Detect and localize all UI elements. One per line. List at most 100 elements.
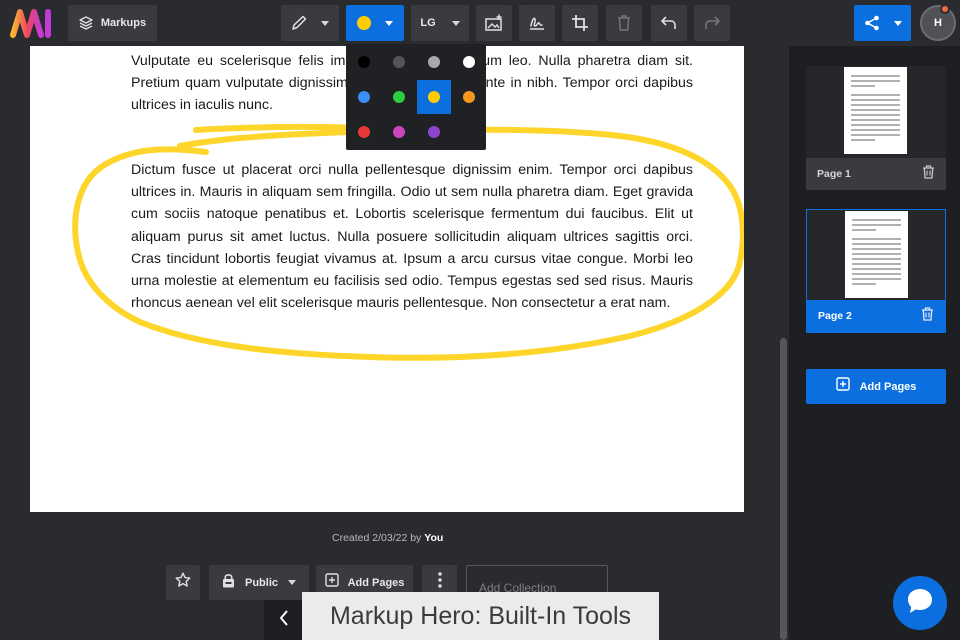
thumbnail-text-line bbox=[851, 104, 900, 106]
add-page-icon bbox=[324, 573, 339, 592]
chevron-down-icon bbox=[321, 20, 329, 26]
color-picker-dropdown[interactable] bbox=[346, 5, 404, 41]
signature-icon bbox=[528, 14, 546, 32]
color-swatch-option[interactable] bbox=[382, 45, 416, 79]
thumbnail-text-line bbox=[851, 139, 875, 141]
favorite-button[interactable] bbox=[166, 565, 200, 600]
color-dot bbox=[358, 126, 370, 138]
page-thumbnail-2[interactable]: Page 2 bbox=[806, 209, 946, 333]
thumbnail-text-line bbox=[851, 124, 900, 126]
color-dot bbox=[393, 56, 405, 68]
signature-button[interactable] bbox=[519, 5, 555, 41]
page-thumbnail-footer: Page 1 bbox=[806, 158, 946, 190]
created-prefix: Created 2/03/22 by bbox=[332, 532, 422, 544]
chevron-down-icon bbox=[451, 20, 460, 26]
color-swatch-option[interactable] bbox=[382, 80, 416, 114]
thumbnail-text-line bbox=[852, 248, 901, 250]
pen-tool-dropdown[interactable] bbox=[281, 5, 339, 41]
previous-button[interactable] bbox=[264, 600, 304, 640]
visibility-dropdown[interactable]: Public bbox=[209, 565, 309, 600]
insert-image-button[interactable] bbox=[476, 5, 512, 41]
thumbnail-text-line bbox=[852, 263, 901, 265]
thumbnail-text-line bbox=[851, 94, 900, 96]
redo-icon bbox=[703, 15, 721, 31]
crop-button[interactable] bbox=[562, 5, 598, 41]
undo-icon bbox=[660, 15, 678, 31]
thumbnail-text-line bbox=[851, 109, 900, 111]
delete-button[interactable] bbox=[606, 5, 642, 41]
created-by: You bbox=[424, 532, 444, 544]
color-swatch-option[interactable] bbox=[347, 80, 381, 114]
color-swatch-option[interactable] bbox=[417, 80, 451, 114]
thumbnail-text-line bbox=[851, 99, 900, 101]
size-dropdown[interactable]: LG bbox=[411, 5, 469, 41]
thumbnail-text-line bbox=[852, 273, 901, 275]
panel-add-pages-button[interactable]: Add Pages bbox=[806, 369, 946, 404]
color-dot bbox=[463, 56, 475, 68]
share-dropdown[interactable] bbox=[854, 5, 911, 41]
chat-support-button[interactable] bbox=[893, 576, 947, 630]
color-swatch-option[interactable] bbox=[417, 45, 451, 79]
thumbnail-text-line bbox=[852, 219, 901, 221]
color-palette-popup bbox=[346, 44, 486, 150]
chevron-left-icon bbox=[279, 609, 289, 631]
scrollbar-thumb[interactable] bbox=[780, 338, 787, 640]
color-dot bbox=[358, 91, 370, 103]
add-pages-label: Add Pages bbox=[347, 576, 405, 589]
chevron-down-icon bbox=[288, 580, 296, 585]
thumbnail-text-line bbox=[852, 238, 901, 240]
more-vertical-icon bbox=[437, 572, 442, 593]
markups-button[interactable]: Markups bbox=[68, 5, 157, 41]
star-icon bbox=[175, 572, 191, 593]
color-dot bbox=[358, 56, 370, 68]
thumbnail-text-line bbox=[852, 253, 901, 255]
thumbnail-text-line bbox=[852, 229, 876, 231]
thumbnail-text-line bbox=[852, 278, 901, 280]
paragraph-2: Dictum fusce ut placerat orci nulla pell… bbox=[131, 162, 693, 312]
undo-button[interactable] bbox=[651, 5, 687, 41]
notification-dot bbox=[940, 4, 950, 14]
color-swatch-option[interactable] bbox=[452, 45, 486, 79]
avatar-initial: H bbox=[934, 17, 942, 29]
size-label: LG bbox=[420, 17, 436, 29]
visibility-label: Public bbox=[244, 576, 278, 589]
thumbnail-text-line bbox=[851, 80, 900, 82]
color-swatch-option[interactable] bbox=[347, 115, 381, 149]
layers-icon bbox=[79, 16, 93, 30]
color-dot bbox=[428, 91, 440, 103]
thumbnail-text-line bbox=[851, 85, 875, 87]
thumbnail-text-line bbox=[852, 243, 901, 245]
panel-add-pages-label: Add Pages bbox=[859, 380, 917, 393]
user-avatar[interactable]: H bbox=[920, 5, 956, 41]
created-info: Created 2/03/22 by You bbox=[332, 532, 443, 544]
thumbnail-text-line bbox=[851, 134, 900, 136]
trash-icon[interactable] bbox=[922, 164, 935, 184]
pen-icon bbox=[291, 15, 307, 31]
color-swatch-option[interactable] bbox=[417, 115, 451, 149]
share-icon bbox=[864, 15, 880, 31]
color-dot bbox=[463, 91, 475, 103]
redo-button[interactable] bbox=[694, 5, 730, 41]
color-dot bbox=[393, 91, 405, 103]
page-thumbnail-1[interactable]: Page 1 bbox=[806, 66, 946, 190]
thumbnail-text-line bbox=[852, 283, 876, 285]
thumbnail-text-line bbox=[852, 268, 901, 270]
trash-icon[interactable] bbox=[921, 306, 934, 326]
crop-icon bbox=[571, 14, 589, 32]
trash-icon bbox=[617, 15, 631, 31]
color-swatch-option[interactable] bbox=[452, 80, 486, 114]
color-swatch-option[interactable] bbox=[382, 115, 416, 149]
chevron-down-icon bbox=[385, 20, 393, 26]
page-thumbnail-footer: Page 2 bbox=[807, 300, 945, 332]
page-label: Page 1 bbox=[817, 168, 851, 180]
color-swatch-option[interactable] bbox=[347, 45, 381, 79]
thumbnail-text-line bbox=[851, 119, 900, 121]
chat-bubble-icon bbox=[906, 587, 934, 620]
chevron-down-icon bbox=[893, 20, 902, 26]
video-caption: Markup Hero: Built-In Tools bbox=[302, 592, 659, 640]
color-dot bbox=[428, 126, 440, 138]
thumbnail-text-line bbox=[851, 114, 900, 116]
thumbnail-text-line bbox=[852, 258, 901, 260]
add-page-icon bbox=[835, 377, 850, 396]
markup-hero-logo[interactable] bbox=[10, 8, 54, 38]
